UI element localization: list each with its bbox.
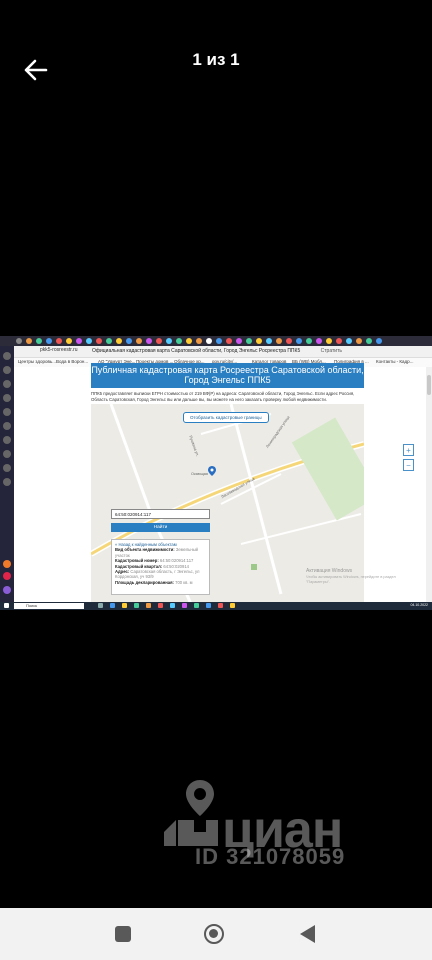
scrollbar-thumb[interactable] [427, 375, 431, 395]
taskbar-app-icon[interactable] [218, 603, 223, 608]
page-scrollbar[interactable] [426, 367, 432, 602]
taskbar-clock[interactable]: 04.10.2022 [410, 603, 428, 607]
location-pin-icon[interactable] [208, 466, 216, 476]
taskbar-search[interactable]: Поиск [14, 603, 84, 609]
cian-logo-icon [164, 780, 218, 846]
url-text[interactable]: pkk5-rosreestr.ru [40, 347, 78, 353]
listing-id-text: ID 321078059 [195, 844, 346, 869]
bookmark-item[interactable]: Вода в Ворон... [56, 359, 88, 364]
translate-button[interactable]: Стратить [321, 348, 342, 354]
image-counter: 1 из 1 [192, 50, 240, 69]
viewer-top-bar: 1 из 1 [0, 0, 432, 130]
taskbar-app-icon[interactable] [230, 603, 235, 608]
taskbar-app-icon[interactable] [122, 603, 127, 608]
cadastral-search-input[interactable]: 64:50:020914:117 [111, 509, 210, 519]
taskbar-app-icon[interactable] [194, 603, 199, 608]
recent-apps-icon[interactable] [115, 926, 131, 942]
show-boundaries-label: Отобразить кадастровые границы [190, 415, 262, 420]
find-button[interactable]: Найти [111, 523, 210, 532]
street-label: Окающая [191, 472, 208, 476]
info-row: Адрес: Саратовская область, г Энгельс, у… [115, 569, 200, 580]
taskbar-app-icon[interactable] [98, 603, 103, 608]
show-boundaries-button[interactable]: Отобразить кадастровые границы [183, 412, 269, 423]
taskbar-app-icon[interactable] [110, 603, 115, 608]
taskbar-app-icon[interactable] [158, 603, 163, 608]
windows-activation-text: Чтобы активировать Windows, перейдите в … [306, 575, 396, 584]
page-description: ППК5 предоставляет выписки ЕГРН стоимост… [91, 391, 355, 402]
windows-start-icon[interactable] [4, 603, 9, 608]
browser-sidebar [0, 346, 14, 602]
zoom-in-button[interactable]: + [403, 444, 414, 456]
info-row: Вид объекта недвижимости: Земельный учас… [115, 547, 199, 558]
info-row: Площадь декларированная: 700 кв. м [115, 579, 193, 585]
zoom-out-button[interactable]: − [403, 459, 414, 471]
windows-taskbar: Поиск 04.10.2022 [0, 602, 432, 610]
system-nav-bar [0, 908, 432, 960]
browser-tab-strip [0, 336, 432, 346]
object-info-panel: « Назад к найденным объектам Вид объекта… [111, 539, 210, 595]
page-banner-title: Публичная кадастровая карта Росреестра С… [91, 363, 364, 388]
home-icon[interactable] [204, 924, 224, 944]
taskbar-app-icon[interactable] [146, 603, 151, 608]
bookmark-item[interactable]: Центры здоровь... [18, 359, 56, 364]
taskbar-app-icon[interactable] [182, 603, 187, 608]
address-bar[interactable]: pkk5-rosreestr.ru Официальная кадастрова… [0, 346, 432, 358]
map-zoom-control: + − [403, 444, 414, 474]
back-triangle-icon[interactable] [300, 925, 315, 943]
taskbar-app-icon[interactable] [206, 603, 211, 608]
cian-watermark: циан ID 321078059 [160, 780, 390, 875]
taskbar-app-icon[interactable] [170, 603, 175, 608]
web-page: Публичная кадастровая карта Росреестра С… [14, 363, 432, 604]
bookmark-item[interactable]: Контакты - Кадр... [376, 359, 413, 364]
page-tab-title: Официальная кадастровая карта Саратовско… [92, 348, 301, 354]
windows-activation-title: Активация Windows [306, 568, 353, 574]
taskbar-app-icon[interactable] [134, 603, 139, 608]
embedded-screenshot[interactable]: pkk5-rosreestr.ru Официальная кадастрова… [0, 336, 432, 610]
